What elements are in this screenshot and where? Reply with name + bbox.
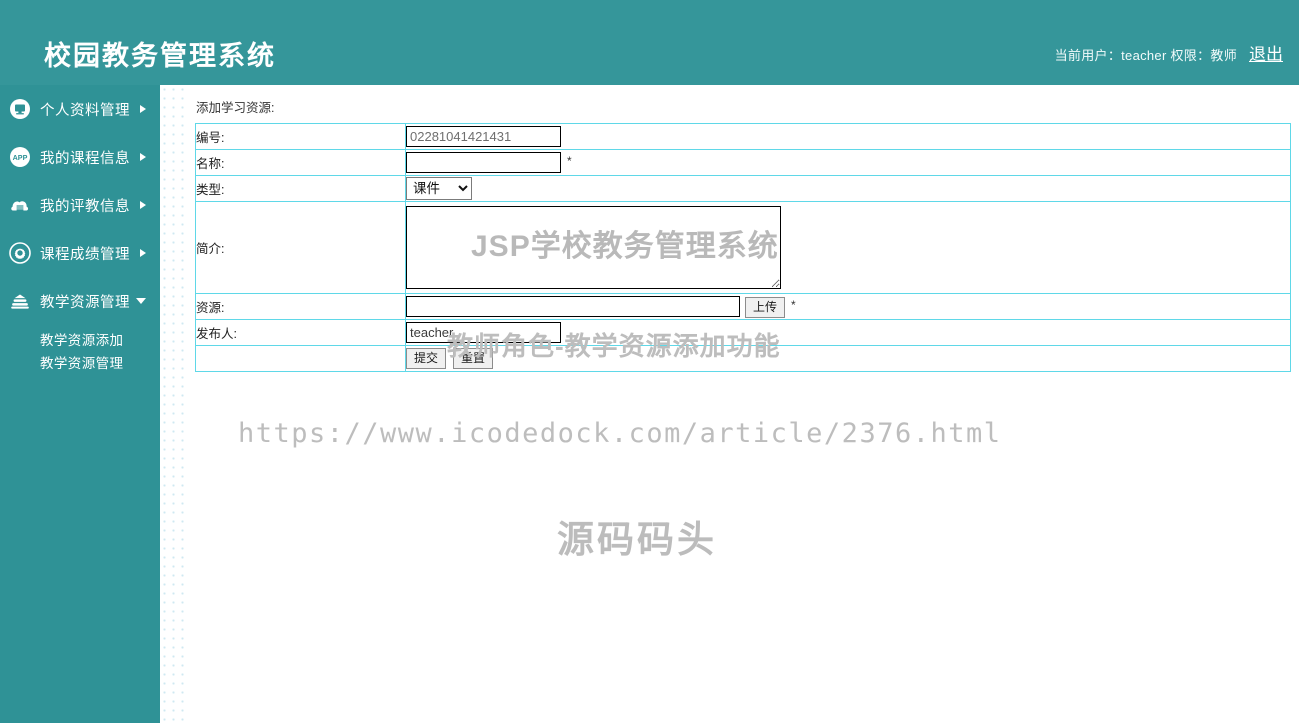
required-mark-resource: * — [791, 297, 796, 312]
sidebar-item-label: 我的评教信息 — [40, 198, 130, 215]
current-user-info: 当前用户：teacher 权限：教师 — [1054, 48, 1237, 63]
label-intro: 简介: — [195, 201, 406, 294]
logout-link[interactable]: 退出 — [1249, 40, 1283, 65]
sidebar-item-label: 教学资源管理 — [40, 294, 130, 311]
sidebar-item-label: 课程成绩管理 — [40, 246, 130, 263]
app-header: 校园教务管理系统 当前用户：teacher 权限：教师 退出 — [0, 0, 1299, 85]
label-id: 编号: — [195, 123, 406, 150]
table-row-name: 名称: * — [195, 149, 1291, 176]
table-row-actions: 提交 重置 — [195, 345, 1291, 372]
label-type: 类型: — [195, 175, 406, 202]
sidebar-subitem-manage-resource[interactable]: 教学资源管理 — [0, 350, 160, 373]
monitor-icon — [9, 98, 31, 120]
sidebar-item-teaching-eval[interactable]: 我的评教信息 — [0, 181, 160, 229]
table-row-resource: 资源: 上传 * — [195, 293, 1291, 320]
page-title: 添加学习资源: — [196, 101, 275, 115]
submit-button[interactable]: 提交 — [406, 348, 447, 369]
sidebar-item-label: 个人资料管理 — [40, 102, 130, 119]
chevron-right-icon — [140, 201, 146, 209]
table-row-type: 类型: 课件 — [195, 175, 1291, 202]
chevron-down-icon — [136, 298, 146, 304]
chevron-right-icon — [140, 249, 146, 257]
publisher-input[interactable] — [406, 322, 561, 343]
upload-button[interactable]: 上传 — [745, 296, 786, 318]
sidebar-item-course-grades[interactable]: 课程成绩管理 — [0, 229, 160, 277]
sidebar-submenu: 教学资源添加 教学资源管理 — [0, 325, 160, 373]
resource-name-input[interactable] — [406, 152, 561, 173]
label-publisher: 发布人: — [195, 319, 406, 346]
background-pattern-gutter — [160, 85, 186, 723]
layers-icon — [9, 290, 31, 312]
chevron-right-icon — [140, 153, 146, 161]
table-row-id: 编号: — [195, 123, 1291, 150]
chevron-right-icon — [140, 105, 146, 113]
main-content: 添加学习资源: 编号: 名称: * 类型: 课件 — [186, 85, 1299, 723]
add-resource-form: 编号: 名称: * 类型: 课件 简介: — [195, 123, 1291, 372]
label-actions-empty — [195, 345, 406, 372]
gear-icon — [9, 242, 31, 264]
sidebar-item-profile[interactable]: 个人资料管理 — [0, 85, 160, 133]
svg-text:APP: APP — [13, 153, 28, 162]
cloud-icon — [9, 194, 31, 216]
table-row-publisher: 发布人: — [195, 319, 1291, 346]
app-badge-icon: APP — [9, 146, 31, 168]
table-row-intro: 简介: — [195, 201, 1291, 294]
resource-intro-textarea[interactable] — [406, 206, 781, 289]
label-resource: 资源: — [195, 293, 406, 320]
sidebar-item-label: 我的课程信息 — [40, 150, 130, 167]
app-title: 校园教务管理系统 — [44, 41, 276, 71]
form-actions: 提交 重置 — [406, 348, 1290, 369]
required-mark-name: * — [567, 154, 572, 168]
sidebar: 个人资料管理 APP 我的课程信息 我的评教信息 课程成绩管理 教学资源管理 教… — [0, 85, 160, 723]
label-name: 名称: — [195, 149, 406, 176]
sidebar-item-teaching-resources[interactable]: 教学资源管理 — [0, 277, 160, 325]
reset-button[interactable]: 重置 — [453, 348, 494, 369]
user-bar: 当前用户：teacher 权限：教师 退出 — [1055, 40, 1283, 65]
sidebar-item-my-courses[interactable]: APP 我的课程信息 — [0, 133, 160, 181]
sidebar-subitem-add-resource[interactable]: 教学资源添加 — [0, 327, 160, 350]
resource-id-input[interactable] — [406, 126, 561, 147]
resource-file-input[interactable] — [406, 295, 740, 317]
resource-type-select[interactable]: 课件 — [406, 177, 472, 200]
